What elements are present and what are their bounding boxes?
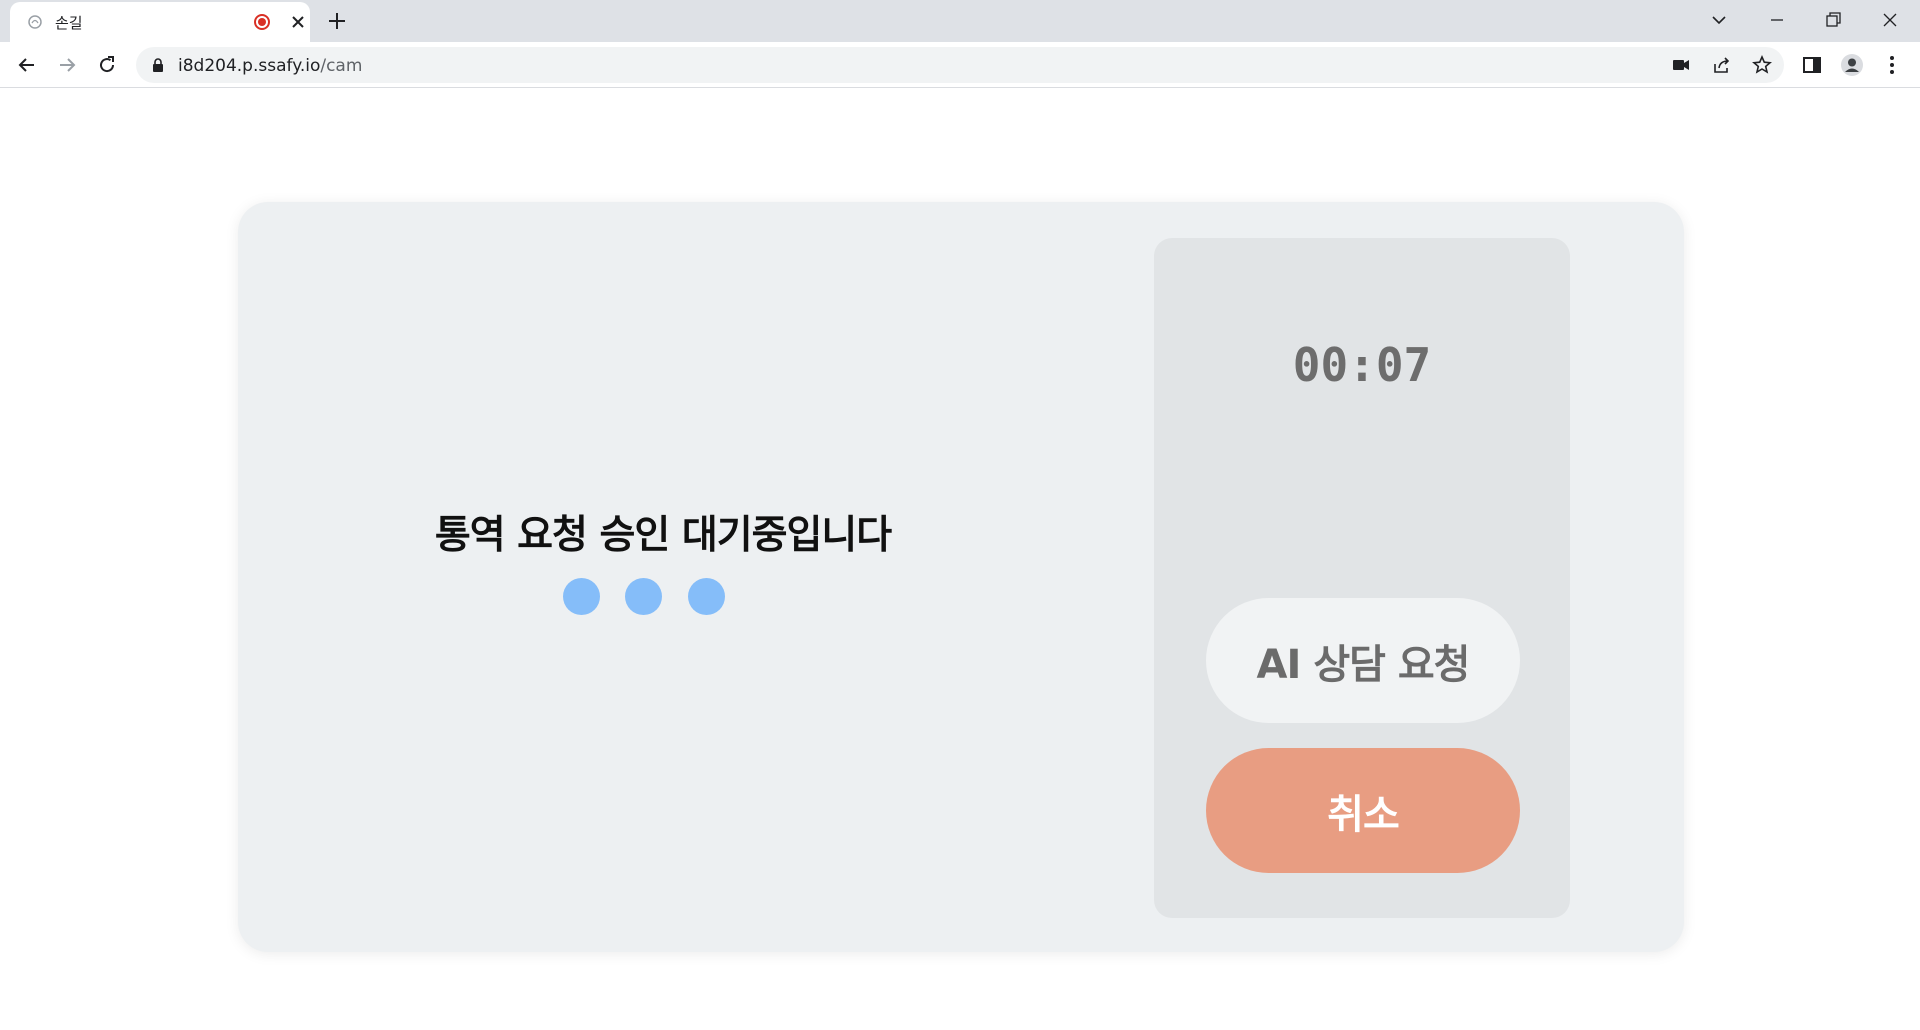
tab-title: 손길 [55,14,83,32]
close-window-icon[interactable] [1878,8,1902,32]
url-host: i8d204.p.ssafy.io [178,56,321,76]
browser-toolbar: i8d204.p.ssafy.io/cam [0,42,1920,88]
address-bar[interactable]: i8d204.p.ssafy.io/cam [136,47,1784,83]
waiting-area: 통역 요청 승인 대기중입니다 [238,202,1088,952]
new-tab-icon[interactable] [326,10,348,32]
loading-dot [688,578,725,615]
tab-search-chevron-icon[interactable] [1707,8,1731,32]
side-panel-icon[interactable] [1800,53,1824,77]
call-card: 통역 요청 승인 대기중입니다 00:07 AI 상담 요청 취소 [238,202,1684,952]
loading-dot [563,578,600,615]
ai-consult-request-button[interactable]: AI 상담 요청 [1206,598,1520,723]
lock-icon[interactable] [150,57,166,73]
back-arrow-icon[interactable] [15,53,39,77]
share-icon[interactable] [1711,54,1733,76]
bookmark-star-icon[interactable] [1751,54,1773,76]
camera-in-use-icon[interactable] [1670,54,1692,76]
url-text[interactable]: i8d204.p.ssafy.io/cam [178,56,362,76]
cancel-button[interactable]: 취소 [1206,748,1520,873]
profile-avatar-icon[interactable] [1840,53,1864,77]
loading-dot [625,578,662,615]
browser-tab[interactable]: 손길 [10,2,310,42]
minimize-icon[interactable] [1765,8,1789,32]
url-path: /cam [320,56,363,76]
call-timer: 00:07 [1292,338,1432,392]
recording-indicator-icon [254,14,270,30]
more-menu-icon[interactable] [1880,53,1904,77]
site-favicon-icon [28,15,42,29]
tab-strip: 손길 [0,0,1920,42]
waiting-message: 통역 요청 승인 대기중입니다 [434,513,892,558]
reload-icon[interactable] [95,53,119,77]
close-tab-icon[interactable] [290,14,306,30]
control-panel: 00:07 AI 상담 요청 취소 [1154,238,1570,918]
forward-arrow-icon[interactable] [55,53,79,77]
restore-icon[interactable] [1821,8,1845,32]
